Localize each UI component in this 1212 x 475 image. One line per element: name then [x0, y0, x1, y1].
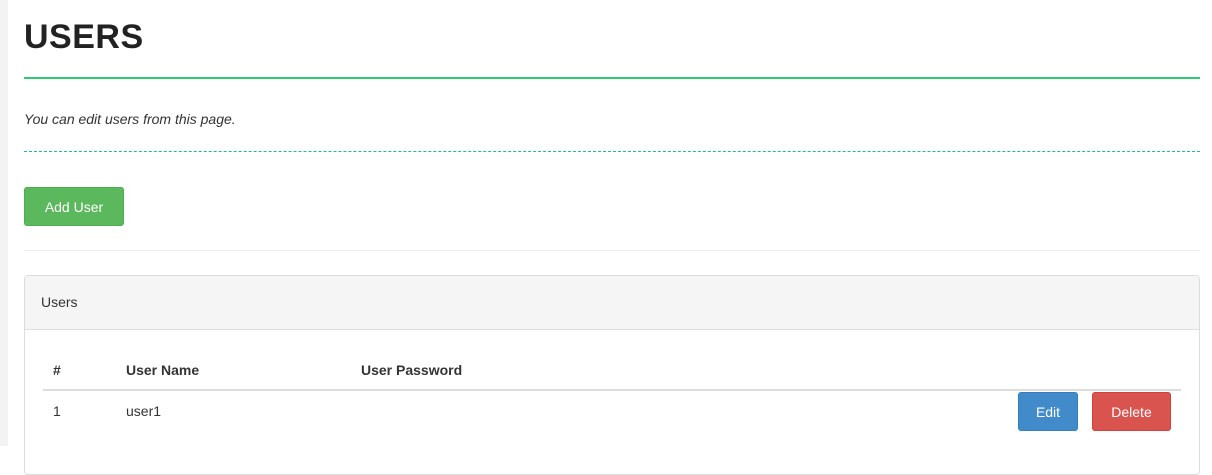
table-row: 1 user1 Edit Delete [43, 390, 1181, 431]
left-border [0, 0, 8, 446]
column-header-actions [661, 350, 1181, 391]
delete-user-button[interactable]: Delete [1092, 391, 1171, 431]
column-header-user-password: User Password [361, 350, 661, 391]
cell-user-name: user1 [126, 403, 162, 419]
add-user-button[interactable]: Add User [24, 187, 124, 226]
users-table: # User Name User Password 1 user1 Edit De… [43, 350, 1181, 431]
cell-user-password [361, 390, 661, 431]
main-content: USERS You can edit users from this page.… [24, 0, 1200, 475]
page-subtitle: You can edit users from this page. [24, 111, 236, 127]
panel-heading: Users [25, 276, 1199, 330]
users-panel: Users # User Name User Password 1 user1 … [24, 275, 1200, 475]
cell-number: 1 [53, 403, 61, 419]
table-header-row: # User Name User Password [43, 350, 1181, 391]
title-underline [24, 77, 1200, 79]
cell-actions: Edit Delete [661, 390, 1181, 431]
edit-user-button[interactable]: Edit [1018, 391, 1078, 431]
column-header-number: # [43, 350, 126, 391]
column-header-user-name: User Name [126, 350, 361, 391]
page-title: USERS [24, 18, 144, 56]
section-divider [24, 250, 1200, 251]
dashed-divider [24, 151, 1200, 152]
